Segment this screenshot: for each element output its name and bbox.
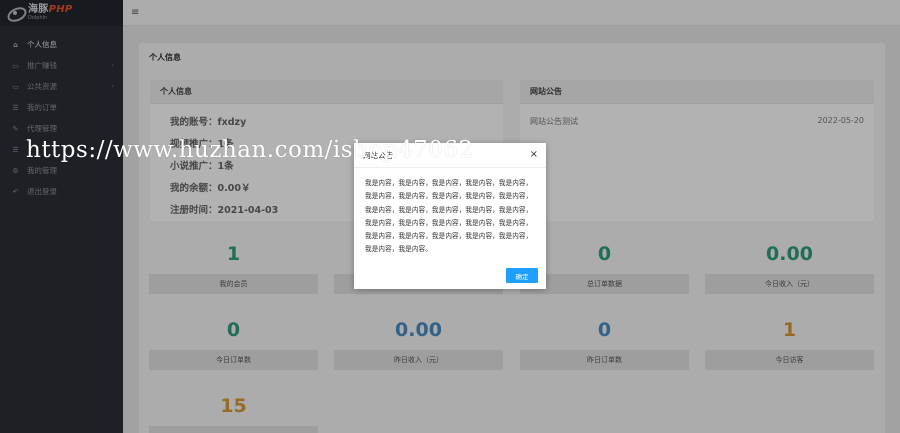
- notice-modal: 网站公告 × 我是内容，我是内容，我是内容，我是内容，我是内容，我是内容，我是内…: [354, 143, 546, 289]
- confirm-button[interactable]: 确定: [506, 268, 538, 283]
- modal-body: 我是内容，我是内容，我是内容，我是内容，我是内容，我是内容，我是内容，我是内容，…: [365, 179, 533, 254]
- watermark-text: https://www.huzhan.com/ishop47062: [26, 137, 474, 163]
- close-icon[interactable]: ×: [530, 149, 538, 160]
